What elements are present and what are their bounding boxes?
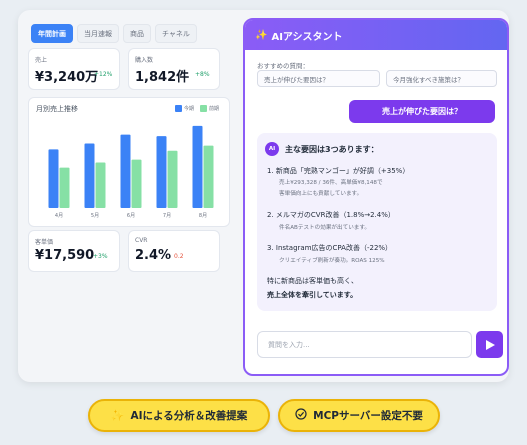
bar-previous bbox=[131, 159, 142, 208]
assistant-title: AIアシスタント bbox=[271, 31, 343, 43]
kpi-card-orders: 購入数 1,842件 +8% bbox=[128, 48, 220, 90]
bar-current bbox=[192, 125, 203, 208]
answer-summary-bold: 売上全体を牽引しています。 bbox=[267, 291, 358, 299]
ai-avatar: AI bbox=[265, 142, 279, 156]
bar-current bbox=[156, 136, 167, 208]
kpi-label: 客単価 bbox=[35, 239, 54, 246]
kpi-value: 1,842件 bbox=[135, 70, 190, 85]
bar-current bbox=[84, 143, 95, 208]
kpi-card-sales: 売上 ¥3,240万 +12% bbox=[28, 48, 120, 90]
feature-badge-label: MCPサーバー設定不要 bbox=[313, 410, 423, 422]
x-tick-label: 6月 bbox=[127, 213, 135, 219]
answer-item-detail: 売上¥293,328 / 36件、高単価¥8,148で bbox=[279, 180, 383, 186]
bar-previous bbox=[59, 167, 70, 208]
check-circle-icon bbox=[295, 408, 307, 423]
kpi-change: 0.2 bbox=[174, 253, 184, 260]
kpi-change: +12% bbox=[94, 71, 113, 78]
assistant-header: ✨ AIアシスタント bbox=[245, 20, 507, 50]
dashboard-tabs: 年間計画 当月速報 商品 チャネル bbox=[31, 24, 197, 43]
kpi-label: 売上 bbox=[35, 57, 48, 64]
sparkle-icon: ✨ bbox=[255, 29, 268, 41]
tab-products[interactable]: 商品 bbox=[123, 24, 151, 43]
ai-answer: AI 主な要因は3つあります： 1. 新商品「完熟マンゴー」が好調（+35%） … bbox=[257, 133, 497, 311]
tab-channels[interactable]: チャネル bbox=[155, 24, 197, 43]
feature-badge-ai: ✨ AIによる分析＆改善提案 bbox=[88, 399, 270, 432]
answer-item-heading: 1. 新商品「完熟マンゴー」が好調（+35%） bbox=[267, 167, 410, 175]
kpi-label: CVR bbox=[135, 237, 148, 244]
kpi-change: +3% bbox=[93, 253, 108, 260]
sparkle-icon: ✨ bbox=[110, 409, 125, 422]
answer-item-detail: 件名ABテストの効果が出ています。 bbox=[279, 225, 371, 231]
suggestion-chip[interactable]: 今月強化すべき施策は？ bbox=[386, 70, 497, 87]
kpi-change: +8% bbox=[195, 71, 210, 78]
answer-title: 主な要因は3つあります： bbox=[285, 145, 379, 154]
answer-item-heading: 2. メルマガのCVR改善（1.8%→2.4%） bbox=[267, 211, 395, 219]
bar-previous bbox=[95, 162, 106, 208]
tab-monthly-report[interactable]: 当月速報 bbox=[77, 24, 119, 43]
bar-chart: 4月 5月 6月 7月 8月 bbox=[48, 125, 214, 219]
ai-assistant-panel: ✨ AIアシスタント おすすめの質問： 売上が伸びた要因は？ 今月強化すべき施策… bbox=[243, 18, 509, 376]
kpi-card-aov: 客単価 ¥17,590 +3% bbox=[28, 230, 120, 272]
kpi-value: 2.4% bbox=[135, 248, 172, 263]
send-button[interactable] bbox=[476, 331, 503, 358]
x-tick-label: 8月 bbox=[199, 213, 207, 219]
bar-current bbox=[120, 134, 131, 208]
x-tick-label: 5月 bbox=[91, 213, 99, 219]
question-input[interactable]: 質問を入力... bbox=[257, 331, 472, 358]
kpi-label: 購入数 bbox=[135, 57, 154, 64]
feature-badge-mcp: MCPサーバー設定不要 bbox=[278, 399, 440, 432]
suggestions-label: おすすめの質問： bbox=[257, 62, 309, 70]
answer-item-detail: クリエイティブ刷新が奏功。ROAS 125% bbox=[279, 258, 385, 264]
dashboard-panel: 年間計画 当月速報 商品 チャネル 売上 ¥3,240万 +12% 購入数 1,… bbox=[28, 20, 234, 376]
tab-annual-plan[interactable]: 年間計画 bbox=[31, 24, 73, 43]
sales-chart-card: 月別売上推移 今期 前期 4月 5月 6月 7月 8月 bbox=[28, 97, 230, 227]
answer-summary: 特に新商品は客単価も高く、 bbox=[267, 277, 358, 285]
answer-item-detail: 客単価向上にも貢献しています。 bbox=[279, 191, 363, 197]
x-tick-label: 4月 bbox=[55, 213, 63, 219]
kpi-value: ¥17,590 bbox=[35, 248, 95, 263]
bar-previous bbox=[167, 150, 178, 208]
suggestion-chip[interactable]: 売上が伸びた要因は？ bbox=[257, 70, 380, 87]
feature-badge-label: AIによる分析＆改善提案 bbox=[130, 410, 248, 422]
answer-item-heading: 3. Instagram広告のCPA改善（-22%） bbox=[267, 244, 393, 252]
x-tick-label: 7月 bbox=[163, 213, 171, 219]
kpi-value: ¥3,240万 bbox=[35, 70, 99, 85]
kpi-card-cvr: CVR 2.4% 0.2 bbox=[128, 230, 220, 272]
bar-previous bbox=[203, 145, 214, 208]
user-message: 売上が伸びた要因は？ bbox=[349, 100, 495, 123]
bar-current bbox=[48, 149, 59, 208]
send-icon bbox=[485, 339, 495, 350]
